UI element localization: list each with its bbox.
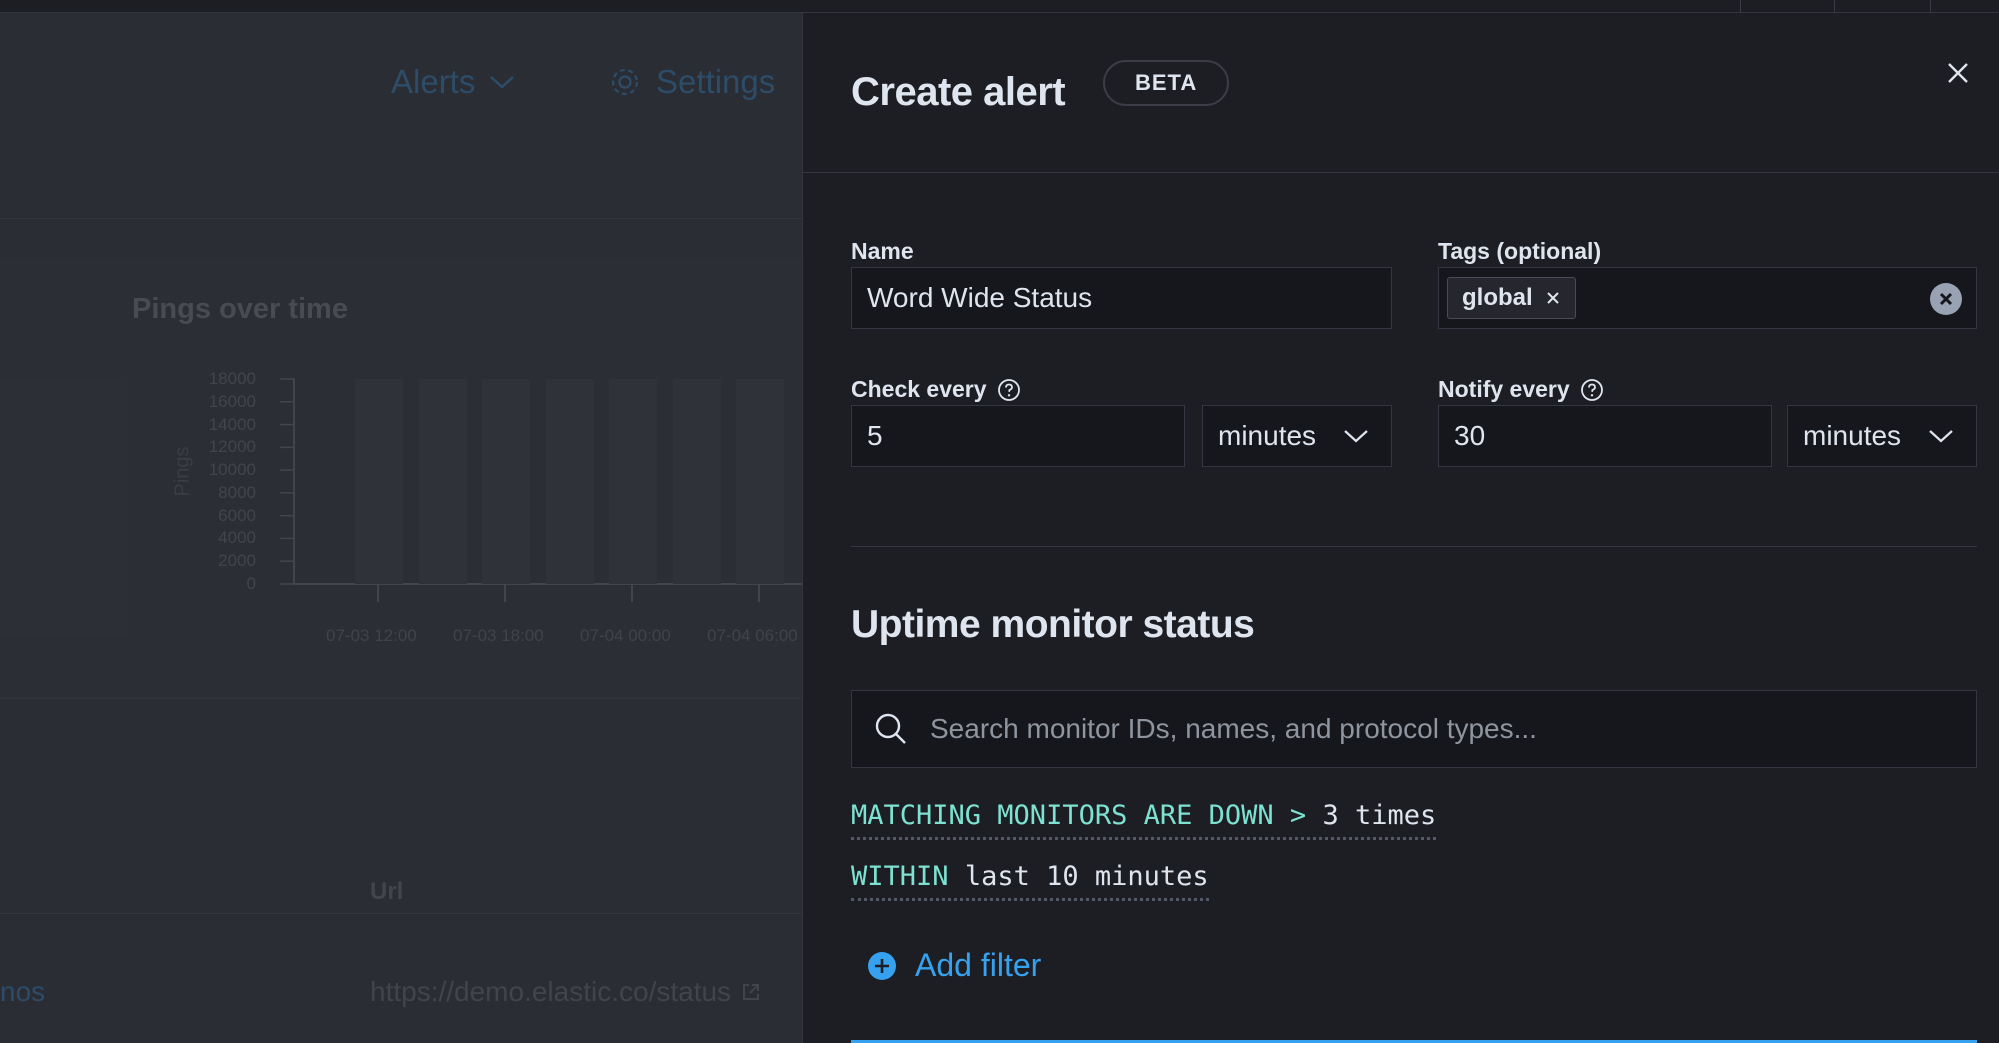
section-divider [851,546,1977,547]
tag-label: global [1462,284,1533,311]
close-icon[interactable] [1942,57,1974,89]
top-bar [0,0,1999,13]
down-count-value: 3 times [1322,800,1437,831]
name-label: Name [851,238,914,265]
tags-combobox[interactable]: global [1438,267,1977,329]
monitor-search-input[interactable] [930,713,1930,745]
create-alert-flyout: Create alert BETA Name Word Wide Status … [802,13,1999,1043]
tags-label: Tags (optional) [1438,238,1601,265]
down-count-expression-text: MATCHING MONITORS ARE DOWN > 3 times [851,800,1437,840]
add-filter-label: Add filter [915,947,1042,983]
beta-badge: BETA [1103,60,1230,106]
help-icon[interactable] [1580,378,1604,402]
name-input-value: Word Wide Status [867,282,1093,313]
check-every-input[interactable]: 5 [851,405,1185,467]
modal-overlay[interactable] [0,13,802,1043]
check-every-unit: minutes [1218,420,1317,451]
timerange-expression-text: WITHIN last 10 minutes [851,861,1209,901]
check-every-label: Check every [851,376,1021,403]
flyout-header: Create alert BETA [803,13,1999,173]
notify-every-input[interactable]: 30 [1438,405,1772,467]
section-title: Uptime monitor status [851,603,1255,646]
timerange-keyword: WITHIN [851,861,949,892]
down-count-keyword: MATCHING MONITORS ARE DOWN [851,800,1274,831]
clear-tags-button[interactable] [1930,283,1962,315]
background-app: Alerts Settings Pings over time Pings 18… [0,13,802,1043]
top-bar-divider [1740,0,1741,13]
check-every-unit-select[interactable]: minutes [1202,405,1392,467]
tag-pill: global [1447,277,1576,319]
monitor-search[interactable] [851,690,1977,768]
down-count-expression[interactable]: MATCHING MONITORS ARE DOWN > 3 times [851,800,1437,840]
notify-every-unit-select[interactable]: minutes [1787,405,1977,467]
search-icon [875,713,906,744]
chevron-down-icon [1929,430,1953,443]
flyout-title: Create alert [851,70,1066,114]
notify-every-label-text: Notify every [1438,376,1570,402]
down-count-operator: > [1289,800,1307,831]
name-input[interactable]: Word Wide Status [851,267,1392,329]
top-bar-divider [1834,0,1835,13]
name-label-text: Name [851,238,914,264]
notify-every-unit: minutes [1803,420,1902,451]
timerange-value: last 10 minutes [964,861,1209,892]
tags-label-text: Tags (optional) [1438,238,1602,264]
chevron-down-icon [1344,430,1368,443]
help-icon[interactable] [997,378,1021,402]
plus-in-circle-icon [868,951,896,980]
check-every-value: 5 [867,420,883,451]
remove-tag-icon[interactable] [1545,290,1561,306]
notify-every-value: 30 [1454,420,1486,451]
check-every-label-text: Check every [851,376,987,402]
add-filter-button[interactable]: Add filter [867,947,1041,984]
clear-icon [1939,292,1953,306]
notify-every-label: Notify every [1438,376,1604,403]
timerange-expression[interactable]: WITHIN last 10 minutes [851,861,1209,901]
top-bar-divider [1930,0,1931,13]
